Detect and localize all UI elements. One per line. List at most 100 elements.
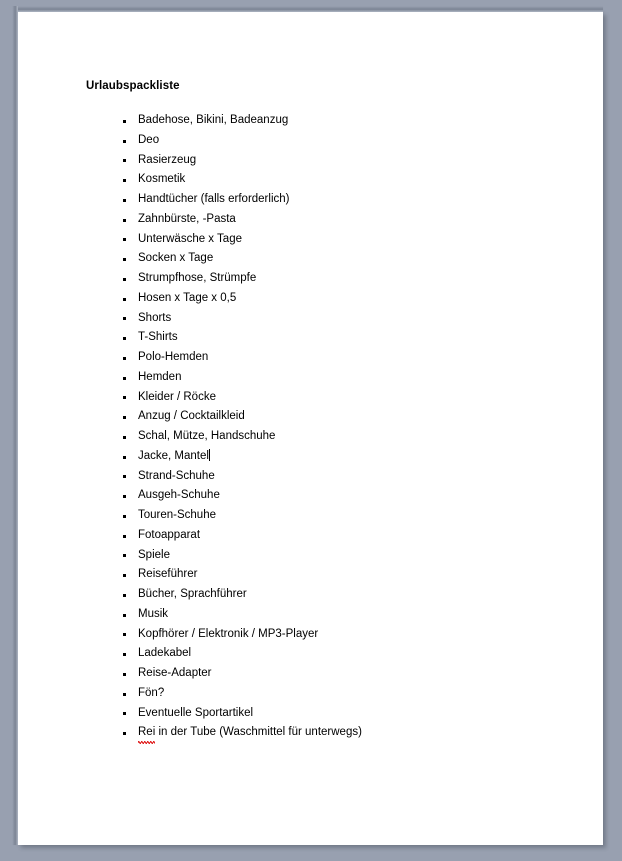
- list-item[interactable]: Unterwäsche x Tage: [18, 230, 603, 250]
- list-item[interactable]: Strumpfhose, Strümpfe: [18, 269, 603, 289]
- list-item[interactable]: Deo: [18, 131, 603, 151]
- bullet-icon: [123, 495, 126, 499]
- bullet-icon: [123, 297, 126, 301]
- bullet-icon: [123, 238, 126, 242]
- list-item-label: Hemden: [138, 370, 182, 383]
- list-item[interactable]: Spiele: [18, 546, 603, 566]
- list-item-label: Unterwäsche x Tage: [138, 232, 242, 245]
- bullet-icon: [123, 672, 126, 676]
- list-item-label: Eventuelle Sportartikel: [138, 706, 254, 719]
- list-item[interactable]: Schal, Mütze, Handschuhe: [18, 427, 603, 447]
- bullet-icon: [123, 613, 126, 617]
- list-item[interactable]: Shorts: [18, 309, 603, 329]
- misspelled-word[interactable]: Rei: [138, 723, 156, 744]
- list-item[interactable]: Eventuelle Sportartikel: [18, 704, 603, 724]
- bullet-icon: [123, 554, 126, 558]
- bullet-icon: [123, 159, 126, 163]
- list-item[interactable]: Rasierzeug: [18, 151, 603, 171]
- list-item-label: Spiele: [138, 548, 170, 561]
- bullet-icon: [123, 337, 126, 341]
- list-item[interactable]: Reise-Adapter: [18, 664, 603, 684]
- list-item-label: Reiseführer: [138, 568, 198, 581]
- list-item-label: in der Tube (Waschmittel für unterwegs): [155, 726, 362, 739]
- list-item[interactable]: Polo-Hemden: [18, 348, 603, 368]
- bullet-icon: [123, 198, 126, 202]
- list-item-label: Deo: [138, 133, 160, 146]
- bullet-icon: [123, 396, 126, 400]
- bullet-icon: [123, 455, 126, 459]
- bullet-icon: [123, 416, 126, 420]
- list-item-label: Musik: [138, 607, 169, 620]
- list-item-label: Ausgeh-Schuhe: [138, 489, 220, 502]
- list-item[interactable]: Hemden: [18, 368, 603, 388]
- list-item-label: Kosmetik: [138, 173, 186, 186]
- list-item-label: Ladekabel: [138, 647, 192, 660]
- bullet-icon: [123, 376, 126, 380]
- list-item[interactable]: Socken x Tage: [18, 249, 603, 269]
- list-item-label: Bücher, Sprachführer: [138, 588, 247, 600]
- document-title: Urlaubspackliste: [86, 80, 180, 92]
- bullet-icon: [123, 119, 126, 123]
- bullet-icon: [123, 732, 126, 736]
- list-item[interactable]: Anzug / Cocktailkleid: [18, 407, 603, 427]
- list-item-label: Zahnbürste, -Pasta: [138, 212, 236, 225]
- list-item-label: Fotoapparat: [138, 528, 201, 541]
- bullet-icon: [123, 258, 126, 262]
- list-item-label: Shorts: [138, 311, 172, 324]
- text-cursor: [208, 448, 210, 461]
- list-item[interactable]: Musik: [18, 605, 603, 625]
- list-item-label: Polo-Hemden: [138, 351, 209, 363]
- list-item[interactable]: T-Shirts: [18, 328, 603, 348]
- bullet-icon: [123, 179, 126, 183]
- list-item-label: Fön?: [138, 686, 165, 699]
- page-content[interactable]: Urlaubspackliste Badehose, Bikini, Badea…: [18, 12, 603, 845]
- bullet-icon: [123, 356, 126, 360]
- bullet-icon: [123, 574, 126, 578]
- bullet-icon: [123, 692, 126, 696]
- list-item[interactable]: Fön?: [18, 684, 603, 704]
- list-item[interactable]: Strand-Schuhe: [18, 467, 603, 487]
- list-item-label: Anzug / Cocktailkleid: [138, 410, 245, 423]
- list-item[interactable]: Bücher, Sprachführer: [18, 585, 603, 605]
- list-item-label: Hosen x Tage x 0,5: [138, 291, 237, 304]
- bullet-icon: [123, 514, 126, 518]
- list-item-label: Reise-Adapter: [138, 667, 212, 679]
- list-item[interactable]: Touren-Schuhe: [18, 506, 603, 526]
- bullet-icon: [123, 277, 126, 281]
- list-item[interactable]: Kopfhörer / Elektronik / MP3-Player: [18, 625, 603, 645]
- list-item[interactable]: Ausgeh-Schuhe: [18, 486, 603, 506]
- bullet-icon: [123, 534, 126, 538]
- list-item-label: Touren-Schuhe: [138, 509, 216, 521]
- document-page: Urlaubspackliste Badehose, Bikini, Badea…: [12, 6, 603, 845]
- list-item-label: Handtücher (falls erforderlich): [138, 193, 290, 205]
- list-item-label: T-Shirts: [138, 331, 178, 344]
- list-item[interactable]: Badehose, Bikini, Badeanzug: [18, 111, 603, 131]
- bullet-icon: [123, 633, 126, 637]
- list-item-label: Strand-Schuhe: [138, 469, 215, 482]
- bullet-icon: [123, 139, 126, 143]
- bullet-icon: [123, 317, 126, 321]
- list-item[interactable]: Kleider / Röcke: [18, 388, 603, 408]
- bullet-icon: [123, 593, 126, 597]
- list-item-label: Strumpfhose, Strümpfe: [138, 272, 257, 284]
- bullet-icon: [123, 653, 126, 657]
- bullet-icon: [123, 475, 126, 479]
- list-item[interactable]: Hosen x Tage x 0,5: [18, 289, 603, 309]
- list-item[interactable]: Reiseführer: [18, 565, 603, 585]
- list-item[interactable]: Ladekabel: [18, 644, 603, 664]
- list-item-label: Kleider / Röcke: [138, 390, 216, 403]
- list-item[interactable]: Kosmetik: [18, 170, 603, 190]
- list-item[interactable]: Handtücher (falls erforderlich): [18, 190, 603, 210]
- list-item-label: Rasierzeug: [138, 153, 197, 166]
- list-item[interactable]: Fotoapparat: [18, 526, 603, 546]
- list-item[interactable]: Jacke, Mantel: [18, 447, 603, 467]
- list-item[interactable]: Zahnbürste, -Pasta: [18, 210, 603, 230]
- list-item-label: Socken x Tage: [138, 252, 214, 265]
- bullet-icon: [123, 712, 126, 716]
- list-item-label: Badehose, Bikini, Badeanzug: [138, 114, 289, 126]
- bullet-icon: [123, 435, 126, 439]
- list-item[interactable]: Rei in der Tube (Waschmittel für unterwe…: [18, 723, 603, 744]
- list-item-label: Schal, Mütze, Handschuhe: [138, 430, 276, 442]
- packing-list: Badehose, Bikini, Badeanzug Deo Rasierzeug…: [18, 111, 603, 744]
- list-item-label: Kopfhörer / Elektronik / MP3-Player: [138, 627, 319, 640]
